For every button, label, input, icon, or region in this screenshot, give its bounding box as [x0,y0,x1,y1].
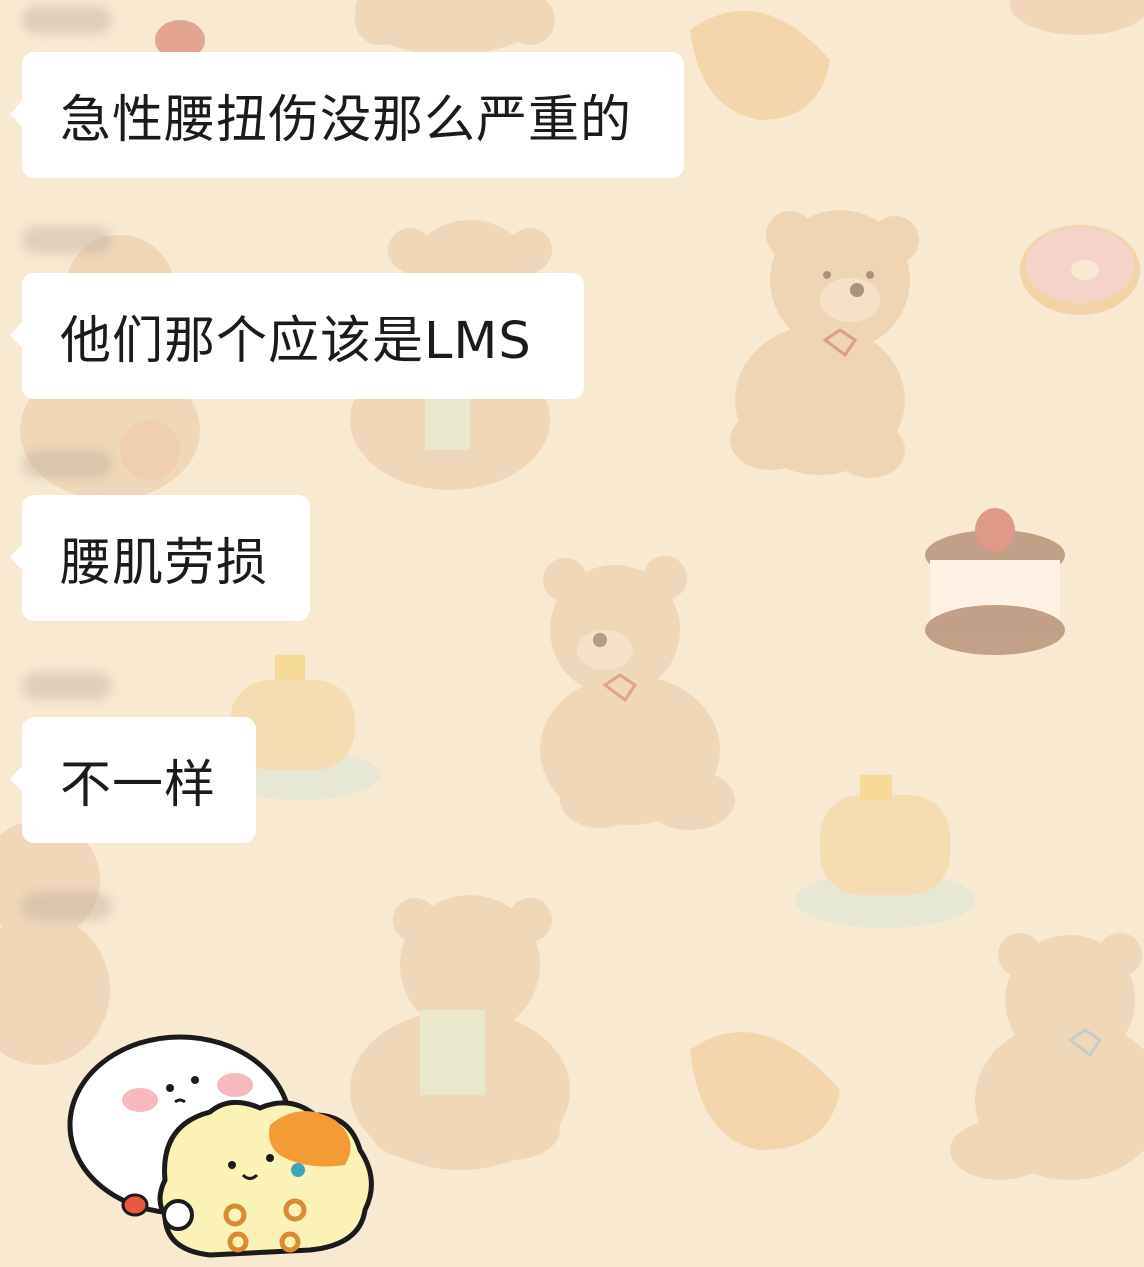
message-text: 不一样 [60,756,217,815]
duck-and-chick-sticker-icon[interactable] [60,1030,390,1260]
sender-name-blurred [22,672,112,700]
cake-icon [925,508,1065,655]
teddy-bear-icon [355,0,555,55]
croissant-icon [690,10,830,121]
teddy-bear-icon [1010,0,1144,35]
teddy-bear-icon [950,933,1144,1180]
croissant-icon [690,1032,840,1150]
message-bubble[interactable]: 不一样 [10,717,256,843]
pancakes-icon [795,775,975,928]
sender-name-blurred [22,226,112,254]
message-text: 急性腰扭伤没那么严重的 [60,91,633,150]
message-text: 他们那个应该是LMS [60,312,532,371]
donut-icon [1020,225,1140,315]
sender-name-blurred [22,892,112,920]
sender-name-blurred [22,450,112,478]
message-bubble[interactable]: 急性腰扭伤没那么严重的 [10,52,684,178]
message-bubble[interactable]: 腰肌劳损 [10,495,310,621]
message-text: 腰肌劳损 [60,534,269,593]
teddy-bear-icon [540,556,735,830]
teddy-bear-icon [730,210,919,478]
sender-name-blurred [22,6,112,34]
message-bubble[interactable]: 他们那个应该是LMS [10,273,584,399]
teddy-bear-icon [0,820,110,1065]
